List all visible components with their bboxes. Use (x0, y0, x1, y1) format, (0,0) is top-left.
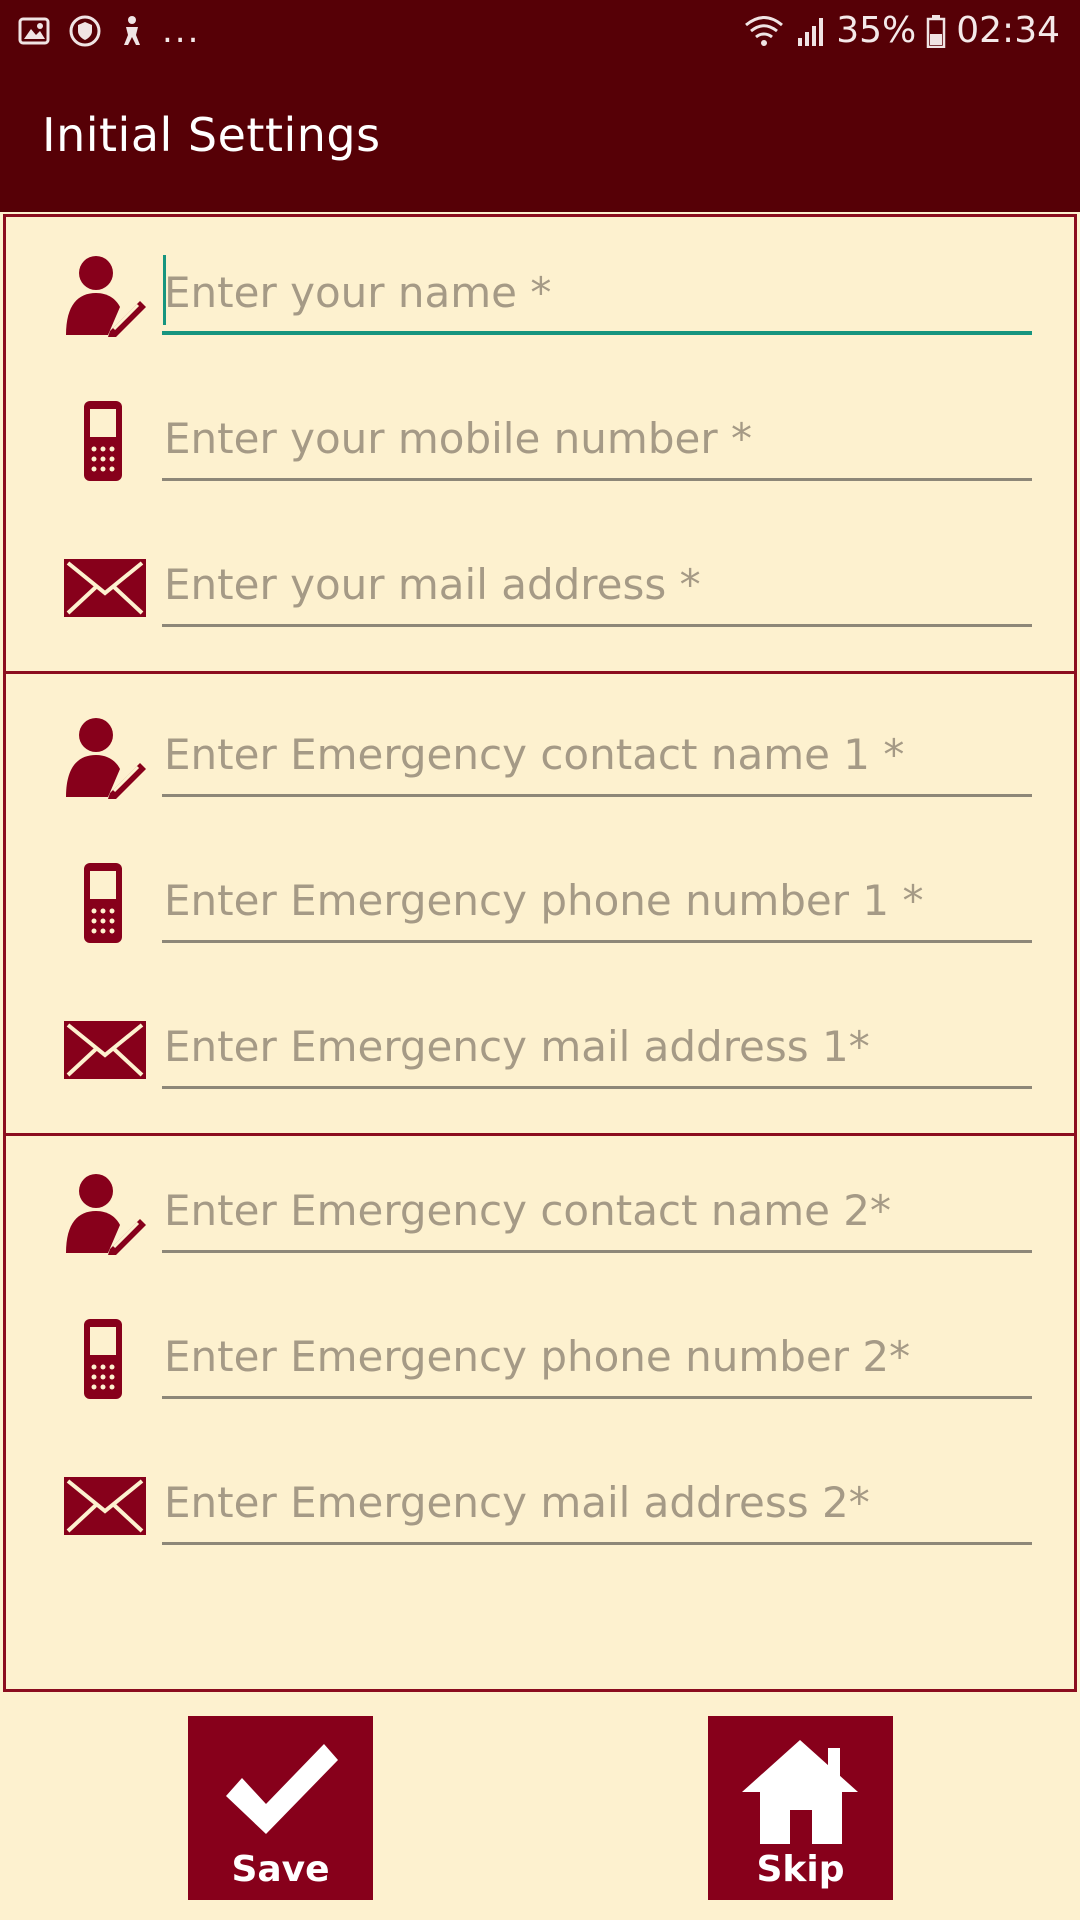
user-edit-icon (66, 1174, 146, 1255)
mobile-phone-icon (84, 401, 122, 481)
status-notifications: ... (18, 14, 200, 48)
page-title: Initial Settings (42, 108, 381, 162)
emergency-mail-2-input[interactable] (162, 1463, 1032, 1545)
skip-button-label: Skip (756, 1849, 845, 1890)
mobile-phone-icon (84, 1319, 122, 1399)
emergency-name-1-input[interactable] (162, 715, 1032, 797)
emergency-name-2-input[interactable] (162, 1171, 1032, 1253)
emergency-phone-2-input[interactable] (162, 1317, 1032, 1399)
status-system: 35% 02:34 (742, 10, 1060, 51)
field-row-your-mail (6, 537, 1074, 637)
mail-icon (64, 1021, 146, 1079)
field-row-emergency-phone-2 (6, 1309, 1074, 1409)
field-row-emergency-name-2 (6, 1163, 1074, 1263)
user-edit-icon (66, 718, 146, 799)
field-row-your-mobile (6, 391, 1074, 491)
field-row-emergency-mail-1 (6, 999, 1074, 1099)
app-bar: Initial Settings (0, 66, 1080, 212)
emergency-mail-1-input[interactable] (162, 1007, 1032, 1089)
emergency-phone-1-input[interactable] (162, 861, 1032, 943)
battery-icon (927, 14, 946, 48)
signal-icon (798, 17, 824, 46)
accessibility-icon (124, 16, 140, 45)
battery-percent: 35% (836, 10, 917, 51)
field-row-your-name (6, 245, 1074, 345)
wifi-icon (745, 15, 784, 46)
user-edit-icon (66, 256, 146, 337)
save-button[interactable]: Save (188, 1716, 373, 1900)
mail-address-input[interactable] (162, 545, 1032, 627)
section-divider (6, 671, 1074, 674)
mail-icon (64, 559, 146, 617)
name-input[interactable] (162, 253, 1032, 335)
home-icon (742, 1740, 858, 1844)
section-divider (6, 1133, 1074, 1136)
settings-form (3, 214, 1077, 1692)
field-row-emergency-phone-1 (6, 853, 1074, 953)
status-bar: ... 35% 02:34 (0, 0, 1080, 66)
clock: 02:34 (956, 10, 1060, 51)
field-row-emergency-mail-2 (6, 1455, 1074, 1555)
mail-icon (64, 1477, 146, 1535)
shield-icon (69, 15, 101, 47)
mobile-phone-icon (84, 863, 122, 943)
mobile-number-input[interactable] (162, 399, 1032, 481)
skip-button[interactable]: Skip (708, 1716, 893, 1900)
checkmark-icon (226, 1744, 338, 1834)
text-cursor (163, 255, 166, 325)
save-button-label: Save (231, 1849, 330, 1890)
field-row-emergency-name-1 (6, 707, 1074, 807)
gallery-icon (18, 17, 50, 45)
more-notifications: ... (162, 11, 201, 51)
